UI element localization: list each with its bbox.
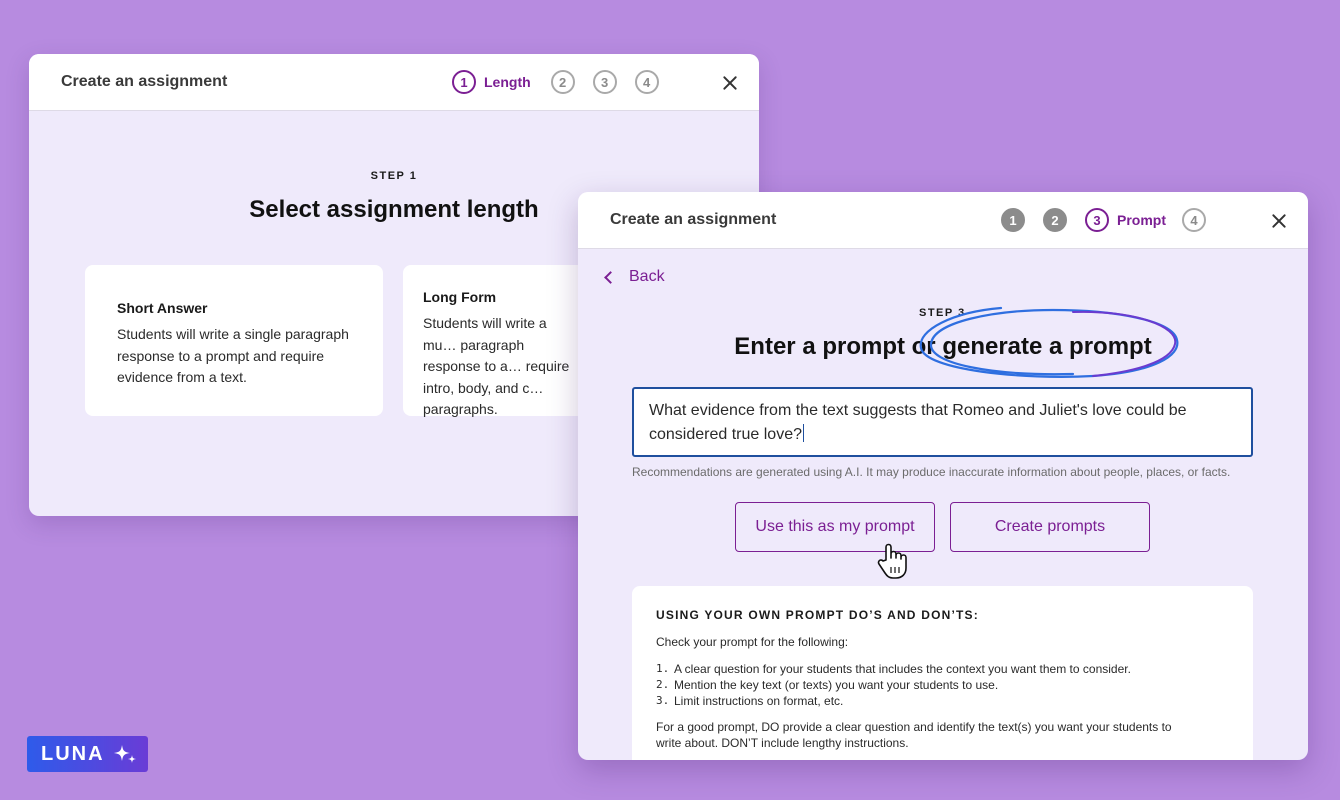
chevron-left-icon (604, 270, 617, 284)
stepper: 1 Length 2 3 4 (452, 70, 659, 94)
short-answer-card[interactable]: Short Answer Students will write a singl… (85, 265, 383, 416)
back-label: Back (629, 268, 665, 285)
item-text: Limit instructions on format, etc. (674, 694, 844, 708)
card-title: Short Answer (117, 300, 208, 316)
stepper: 1 2 3 Prompt 4 (1001, 208, 1206, 232)
dialog-title: Create an assignment (610, 211, 777, 228)
prompt-input[interactable]: What evidence from the text suggests tha… (632, 387, 1253, 457)
step-1-label: Length (484, 74, 531, 90)
step-1-indicator[interactable]: 1 (452, 70, 476, 94)
step-3-indicator[interactable]: 3 (1085, 208, 1109, 232)
text-caret (802, 424, 804, 442)
step-kicker: STEP 3 (919, 307, 966, 319)
step-3-indicator[interactable]: 3 (592, 70, 617, 94)
list-item: 3. Limit instructions on format, etc. (656, 693, 1229, 709)
step-2-indicator[interactable]: 2 (550, 70, 575, 94)
dialog-header: Create an assignment 1 Length 2 3 4 (29, 54, 759, 111)
item-number: 3. (656, 694, 670, 707)
step-2-indicator[interactable]: 2 (1043, 208, 1067, 232)
tips-footer: For a good prompt, DO provide a clear qu… (656, 720, 1172, 750)
item-text: Mention the key text (or texts) you want… (674, 678, 999, 692)
page-title: Enter a prompt or generate a prompt (734, 333, 1152, 360)
item-number: 2. (656, 678, 670, 691)
step-4-indicator[interactable]: 4 (1182, 208, 1206, 232)
item-text: A clear question for your students that … (674, 662, 1131, 676)
hand-cursor-icon (877, 543, 907, 579)
tips-subtitle: Check your prompt for the following: (656, 635, 849, 649)
step-3-label: Prompt (1117, 212, 1166, 228)
list-item: 1. A clear question for your students tha… (656, 661, 1229, 677)
ai-disclaimer: Recommendations are generated using A.I.… (632, 465, 1231, 479)
tips-title: USING YOUR OWN PROMPT DO’S AND DON’TS: (656, 608, 979, 622)
luna-label: LUNA (41, 742, 105, 765)
prompt-tips-panel: USING YOUR OWN PROMPT DO’S AND DON’TS: C… (632, 586, 1253, 760)
list-item: 2. Mention the key text (or texts) you wa… (656, 677, 1229, 693)
card-description: Students will write a mu… paragraph resp… (423, 315, 570, 417)
prompt-text: What evidence from the text suggests tha… (649, 402, 1187, 443)
close-icon[interactable] (720, 73, 740, 93)
sparkle-icon (113, 745, 136, 763)
create-prompts-button[interactable]: Create prompts (950, 502, 1150, 552)
step-1-indicator[interactable]: 1 (1001, 208, 1025, 232)
card-description: Students will write a single paragraph r… (117, 326, 349, 385)
luna-badge: LUNA (27, 736, 148, 772)
back-link[interactable]: Back (604, 268, 665, 286)
assignment-dialog-prompt: Create an assignment 1 2 3 Prompt 4 Back… (578, 192, 1308, 760)
dialog-title: Create an assignment (61, 73, 228, 90)
step-4-indicator[interactable]: 4 (634, 70, 659, 94)
dialog-header: Create an assignment 1 2 3 Prompt 4 (578, 192, 1308, 249)
item-number: 1. (656, 662, 670, 675)
tips-list: 1. A clear question for your students tha… (656, 661, 1229, 709)
step-kicker: STEP 1 (370, 170, 418, 182)
close-icon[interactable] (1269, 211, 1289, 231)
